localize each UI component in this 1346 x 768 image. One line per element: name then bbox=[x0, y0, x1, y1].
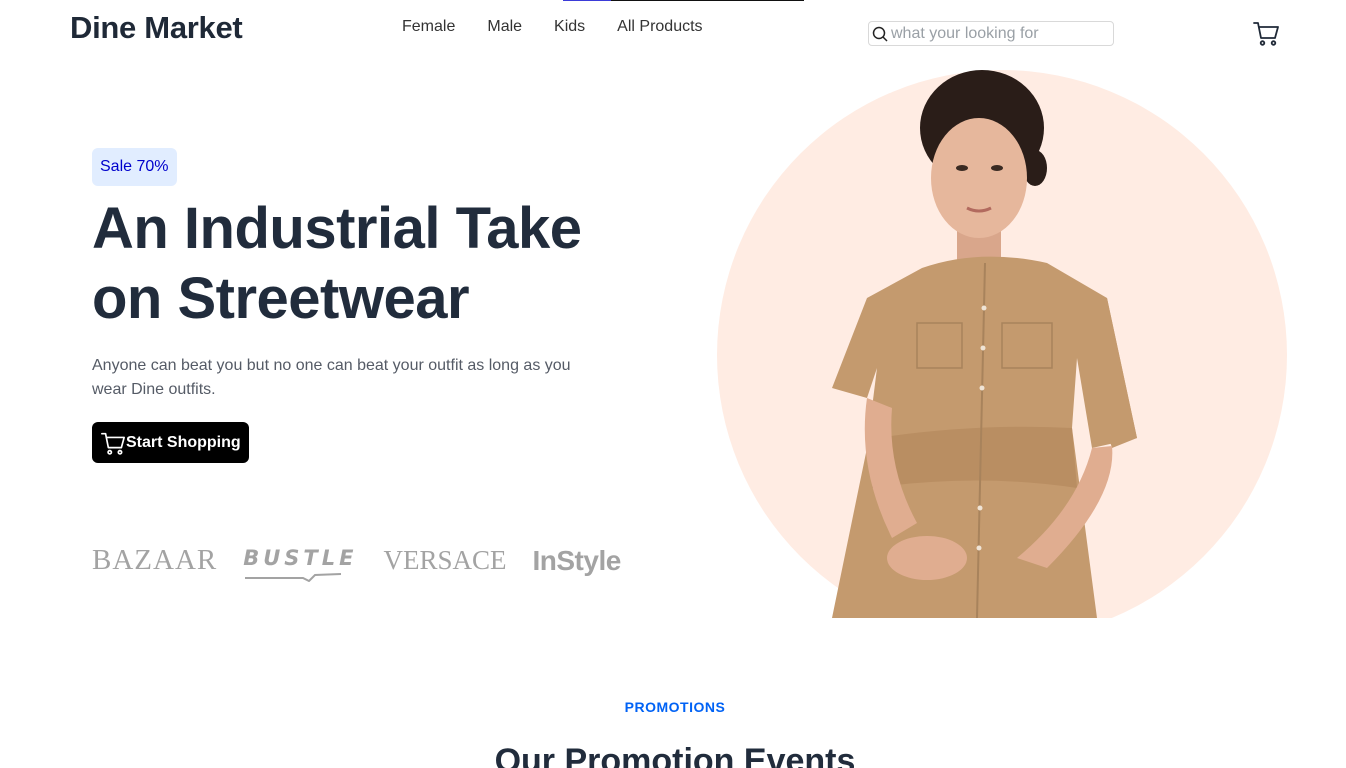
start-shopping-button[interactable]: Start Shopping bbox=[92, 422, 249, 463]
brand-logo-versace: VERSACE bbox=[383, 545, 507, 575]
hero-image-area bbox=[717, 68, 1287, 618]
cart-icon[interactable] bbox=[1252, 19, 1280, 47]
nav-link-male[interactable]: Male bbox=[487, 18, 522, 36]
bustle-underline-icon bbox=[245, 572, 342, 582]
brand-logos: BAZAAR BUSTLE VERSACE InStyle bbox=[92, 544, 647, 582]
brand-logo-instyle: InStyle bbox=[532, 544, 622, 576]
promotions-title: Our Promotion Events bbox=[494, 742, 856, 768]
start-shopping-label: Start Shopping bbox=[126, 433, 241, 451]
brand-logo-bustle: BUSTLE bbox=[243, 545, 358, 582]
site-header: Dine Market Female Male Kids All Product… bbox=[0, 0, 1346, 60]
cart-icon bbox=[100, 430, 126, 456]
search-input[interactable] bbox=[891, 24, 1111, 43]
search-icon[interactable] bbox=[871, 25, 889, 43]
promotions-eyebrow: PROMOTIONS bbox=[624, 699, 726, 715]
brand-logo-bustle-text: BUSTLE bbox=[243, 545, 358, 570]
search-bar[interactable] bbox=[868, 21, 1114, 46]
hero-tagline: Anyone can beat you but no one can beat … bbox=[92, 357, 571, 398]
nav-link-female[interactable]: Female bbox=[402, 18, 455, 36]
hero-model-image bbox=[832, 70, 1137, 618]
sale-badge: Sale 70% bbox=[92, 148, 177, 186]
hero-headline: An Industrial Take on Streetwear bbox=[92, 196, 582, 331]
site-logo[interactable]: Dine Market bbox=[70, 10, 243, 46]
brand-logo-bazaar: BAZAAR bbox=[92, 544, 218, 576]
nav-link-kids[interactable]: Kids bbox=[554, 18, 585, 36]
nav-link-all-products[interactable]: All Products bbox=[617, 18, 702, 36]
hero-content: Sale 70% An Industrial Take on Streetwea… bbox=[92, 148, 612, 463]
main-nav: Female Male Kids All Products bbox=[402, 18, 703, 36]
